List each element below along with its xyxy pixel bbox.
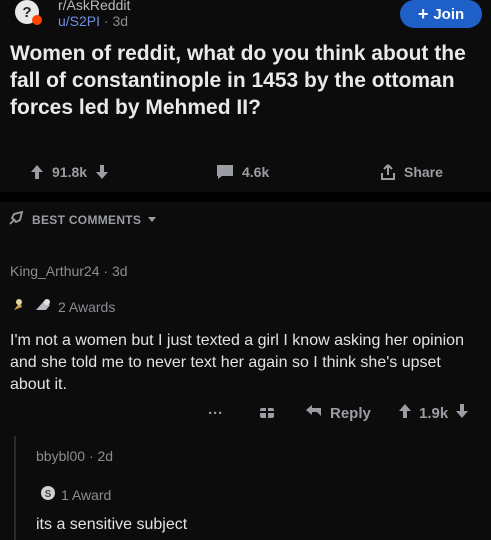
meta-separator: · [88,448,98,464]
sort-label: BEST COMMENTS [32,212,142,227]
upvote-icon[interactable] [398,403,412,423]
reply-age: 2d [97,448,114,464]
svg-text:?: ? [22,4,31,21]
comment-score: 1.9k [419,404,449,422]
svg-text:S: S [45,489,52,500]
downvote-icon[interactable] [95,164,109,180]
reply-label: Reply [330,404,371,422]
comment-more-button[interactable]: ··· [208,402,223,424]
give-award-button[interactable] [258,402,276,424]
reply-awards[interactable]: S 1 Award [40,485,111,504]
chevron-down-icon [147,213,157,227]
share-icon [380,163,396,181]
subreddit-name[interactable]: r/AskReddit [58,0,130,13]
awards-count: 1 Award [61,486,112,503]
share-label: Share [404,164,443,180]
comment-body: I'm not a women but I just texted a girl… [10,332,464,393]
comment-awards[interactable]: 2 Awards [12,298,115,315]
section-divider [0,192,491,202]
join-button[interactable]: + Join [400,0,482,28]
share-button[interactable]: Share [380,162,443,182]
downvote-icon[interactable] [455,403,469,423]
comment-icon [216,164,234,180]
comment-age: 3d [111,263,128,279]
post-meta: u/S2PI · 3d [58,13,128,29]
comments-button[interactable]: 4.6k [216,162,269,182]
reply-author[interactable]: bbybl00 [36,448,85,464]
upvote-icon[interactable] [30,164,44,180]
comment-author[interactable]: King_Arthur24 [10,263,100,279]
reply-icon [305,404,323,422]
award-icon [35,298,53,315]
subreddit-icon[interactable]: ? [10,0,44,26]
reply-meta: bbybl00 · 2d [36,448,113,464]
gift-icon [258,402,276,424]
post-upvote-count: 91.8k [52,164,88,180]
plus-icon: + [417,4,429,24]
awards-count: 2 Awards [58,298,116,315]
silver-award-icon: S [40,485,56,504]
award-icon [12,298,30,315]
thread-line[interactable] [14,436,16,540]
more-icon: ··· [208,404,223,422]
post-vote-bar: 91.8k [30,162,109,182]
comment-meta: King_Arthur24 · 3d [10,263,128,279]
post-author[interactable]: u/S2PI [58,13,100,29]
comment-sort-dropdown[interactable]: BEST COMMENTS [8,210,157,229]
post-title[interactable]: Women of reddit, what do you think about… [10,40,480,121]
meta-separator: · [103,263,112,279]
reply-button[interactable]: Reply [305,402,371,424]
join-label: Join [433,5,465,23]
rocket-icon [8,210,26,229]
post-age: 3d [112,13,129,29]
comment-vote-bar: 1.9k [398,402,469,424]
reply-body: its a sensitive subject [36,516,188,533]
comment-count: 4.6k [242,164,270,180]
